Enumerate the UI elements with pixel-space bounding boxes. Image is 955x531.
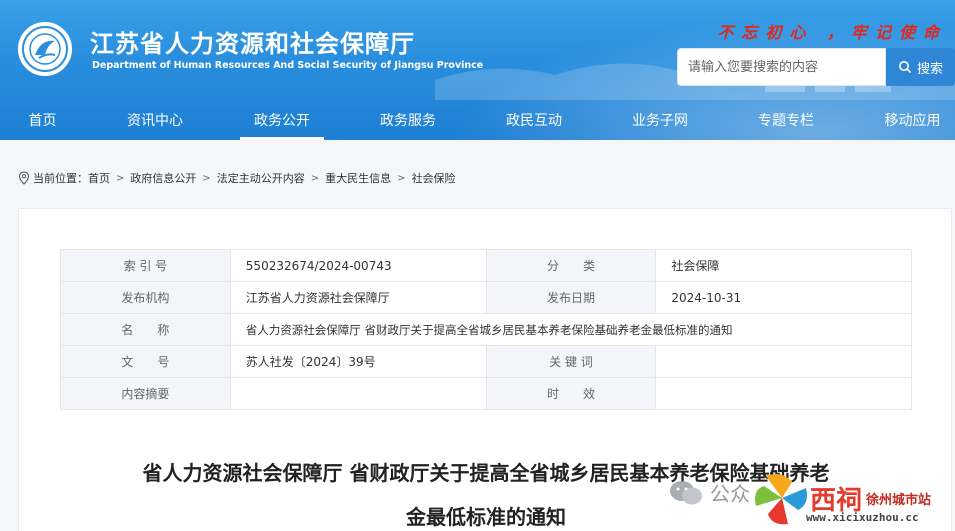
slogan: 不忘初心 ，牢记使命	[717, 23, 947, 42]
doc-number-label: 文 号	[60, 345, 231, 378]
breadcrumb-prefix: 当前位置：	[33, 172, 88, 185]
emblem-icon	[22, 26, 68, 72]
nav-item-news[interactable]: 资讯中心	[113, 100, 197, 140]
nav-item-home[interactable]: 首页	[0, 100, 85, 140]
breadcrumb: 当前位置： 首页 > 政府信息公开 > 法定主动公开内容 > 重大民生信息 > …	[18, 170, 456, 186]
org-value: 江苏省人力资源社会保障厅	[229, 281, 487, 314]
breadcrumb-separator: >	[202, 172, 211, 184]
category-value: 社会保障	[655, 249, 912, 282]
name-label: 名 称	[60, 313, 231, 346]
doc-number-value: 苏人社发〔2024〕39号	[229, 345, 487, 378]
site-logo[interactable]	[18, 22, 72, 76]
date-value: 2024-10-31	[655, 281, 912, 314]
document-meta-table: 索 引 号 550232674/2024-00743 分 类 社会保障 发布机构…	[60, 249, 913, 410]
breadcrumb-item-livelihood[interactable]: 重大民生信息	[325, 170, 391, 186]
nav-item-interaction[interactable]: 政民互动	[492, 100, 576, 140]
search-icon	[898, 61, 912, 74]
site-subtitle: Department of Human Resources And Social…	[92, 60, 484, 71]
category-label: 分 类	[485, 249, 657, 282]
nav-item-mobile[interactable]: 移动应用	[870, 100, 955, 140]
keywords-label: 关 键 词	[485, 345, 657, 378]
search-button-label: 搜索	[916, 60, 943, 76]
breadcrumb-item-info-disclosure[interactable]: 政府信息公开	[130, 170, 196, 186]
validity-value	[655, 377, 912, 410]
site-header: 江苏省人力资源和社会保障厅 Department of Human Resour…	[0, 0, 955, 140]
date-label: 发布日期	[485, 281, 657, 314]
search-button[interactable]: 搜索	[886, 48, 955, 86]
table-row: 文 号 苏人社发〔2024〕39号 关 键 词	[60, 345, 912, 378]
wechat-watermark: 公众	[668, 478, 750, 507]
table-row: 索 引 号 550232674/2024-00743 分 类 社会保障	[60, 249, 912, 282]
summary-value	[229, 377, 487, 410]
name-value: 省人力资源社会保障厅 省财政厅关于提高全省城乡居民基本养老保险基础养老金最低标准…	[229, 313, 913, 346]
validity-label: 时 效	[485, 377, 657, 410]
nav-item-services[interactable]: 政务服务	[366, 100, 450, 140]
wechat-icon	[670, 480, 702, 504]
xici-brand-subtitle: 徐州城市站	[866, 493, 932, 508]
breadcrumb-separator: >	[310, 172, 320, 184]
summary-label: 内容摘要	[60, 377, 231, 410]
site-title: 江苏省人力资源和社会保障厅	[90, 30, 415, 58]
search-input[interactable]	[678, 49, 885, 85]
table-row: 名 称 省人力资源社会保障厅 省财政厅关于提高全省城乡居民基本养老保险基础养老金…	[60, 313, 913, 346]
index-value: 550232674/2024-00743	[229, 249, 487, 282]
search-box	[677, 48, 886, 86]
xici-url: www.xicixuzhou.cc	[806, 511, 919, 524]
keywords-value	[655, 345, 912, 378]
breadcrumb-item-home[interactable]: 首页	[88, 170, 110, 186]
nav-item-subsites[interactable]: 业务子网	[618, 100, 702, 140]
wechat-watermark-text: 公众	[710, 482, 750, 506]
page: 江苏省人力资源和社会保障厅 Department of Human Resour…	[0, 0, 955, 531]
xici-pinwheel-icon	[755, 474, 807, 525]
nav-item-topics[interactable]: 专题专栏	[744, 100, 828, 140]
org-label: 发布机构	[60, 281, 231, 314]
breadcrumb-separator: >	[116, 172, 125, 184]
breadcrumb-item-social-insurance[interactable]: 社会保险	[412, 170, 456, 186]
table-row: 发布机构 江苏省人力资源社会保障厅 发布日期 2024-10-31	[60, 281, 912, 314]
main-nav: 首页 资讯中心 政务公开 政务服务 政民互动 业务子网 专题专栏 移动应用	[0, 100, 955, 140]
nav-item-gov-affairs[interactable]: 政务公开	[240, 100, 324, 140]
index-label: 索 引 号	[60, 249, 231, 282]
location-pin-icon	[18, 171, 30, 185]
breadcrumb-item-statutory[interactable]: 法定主动公开内容	[217, 170, 305, 186]
breadcrumb-separator: >	[397, 172, 406, 184]
table-row: 内容摘要 时 效	[60, 377, 912, 410]
